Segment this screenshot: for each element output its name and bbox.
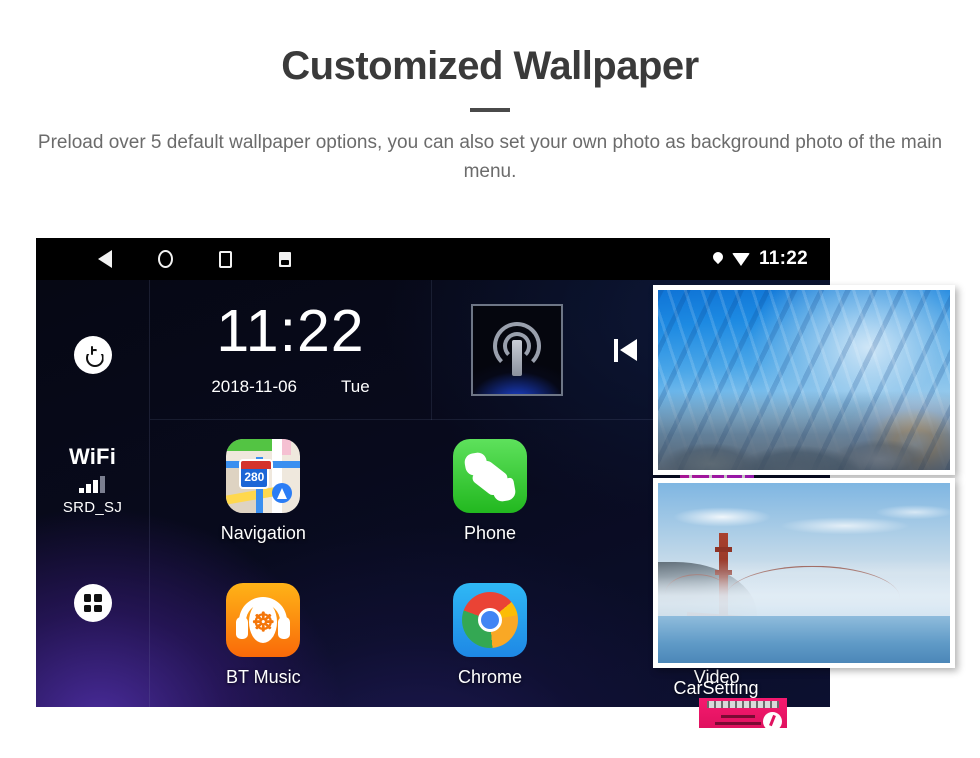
page-subtitle: Preload over 5 default wallpaper options… xyxy=(37,132,943,183)
radio-app-icon xyxy=(699,698,787,728)
screenshot-icon xyxy=(279,251,291,267)
ice-cave-wallpaper[interactable] xyxy=(653,285,955,475)
home-circle-icon xyxy=(157,250,173,268)
status-bar-clock: 11:22 xyxy=(758,248,808,269)
wifi-title: WiFi xyxy=(68,444,117,469)
golden-gate-photo xyxy=(658,483,950,663)
previous-track-icon[interactable] xyxy=(612,335,642,365)
clock-time: 11:22 xyxy=(216,298,365,364)
phone-icon xyxy=(452,439,527,514)
page-header: Customized Wallpaper Preload over 5 defa… xyxy=(0,0,980,187)
recents-square-icon xyxy=(218,250,232,268)
app-label: CarSetting xyxy=(673,678,759,698)
golden-gate-bridge-wallpaper[interactable] xyxy=(653,478,955,668)
page-title: Customized Wallpaper xyxy=(281,44,699,88)
app-bt-music[interactable]: ☸ BT Music xyxy=(150,564,377,708)
home-button[interactable] xyxy=(154,248,176,270)
power-icon xyxy=(84,346,102,364)
power-button[interactable] xyxy=(73,336,112,374)
app-phone[interactable]: Phone xyxy=(377,420,604,564)
wifi-signal-icon xyxy=(731,252,750,266)
wifi-ssid: SRD_SJ xyxy=(62,499,123,516)
screenshot-button[interactable] xyxy=(274,248,296,270)
clock-widget[interactable]: 11:22 2018-11-06 Tue xyxy=(150,279,432,420)
back-triangle-icon xyxy=(98,250,112,268)
app-label: BT Music xyxy=(225,666,301,687)
clock-weekday: Tue xyxy=(341,377,370,396)
all-apps-button[interactable] xyxy=(73,584,112,622)
broadcast-tower-glyph xyxy=(488,321,546,378)
location-pin-icon xyxy=(713,252,723,266)
clock-subline: 2018-11-06 Tue xyxy=(211,377,369,397)
all-apps-grid-icon xyxy=(83,594,102,612)
status-indicators: 11:22 xyxy=(713,248,808,270)
highway-shield-label: 280 xyxy=(238,459,273,490)
wifi-signal-bars-icon xyxy=(63,476,122,493)
recents-button[interactable] xyxy=(214,248,236,270)
app-chrome[interactable]: Chrome xyxy=(377,564,604,708)
android-nav-buttons xyxy=(94,248,296,270)
chrome-icon xyxy=(452,582,527,657)
maps-icon: 280 xyxy=(226,439,301,514)
app-label: Navigation xyxy=(220,523,306,544)
radio-broadcast-icon xyxy=(471,303,563,396)
app-navigation[interactable]: 280 Navigation xyxy=(150,420,377,564)
wifi-status-block[interactable]: WiFi SRD_SJ xyxy=(63,444,122,516)
device-stage: 11:22 WiFi SRD_SJ 11:22 2018-11-06 Tue 2… xyxy=(0,238,980,738)
app-label: Phone xyxy=(463,523,517,544)
left-sidebar: WiFi SRD_SJ xyxy=(36,280,150,707)
back-button[interactable] xyxy=(94,248,116,270)
bluetooth-headphones-icon: ☸ xyxy=(226,582,301,657)
ice-cave-photo xyxy=(658,290,950,470)
app-label: Chrome xyxy=(457,666,522,687)
clock-date: 2018-11-06 xyxy=(211,377,298,396)
android-status-bar: 11:22 xyxy=(36,238,830,280)
media-source-widget[interactable] xyxy=(432,303,602,396)
title-divider xyxy=(470,108,510,112)
